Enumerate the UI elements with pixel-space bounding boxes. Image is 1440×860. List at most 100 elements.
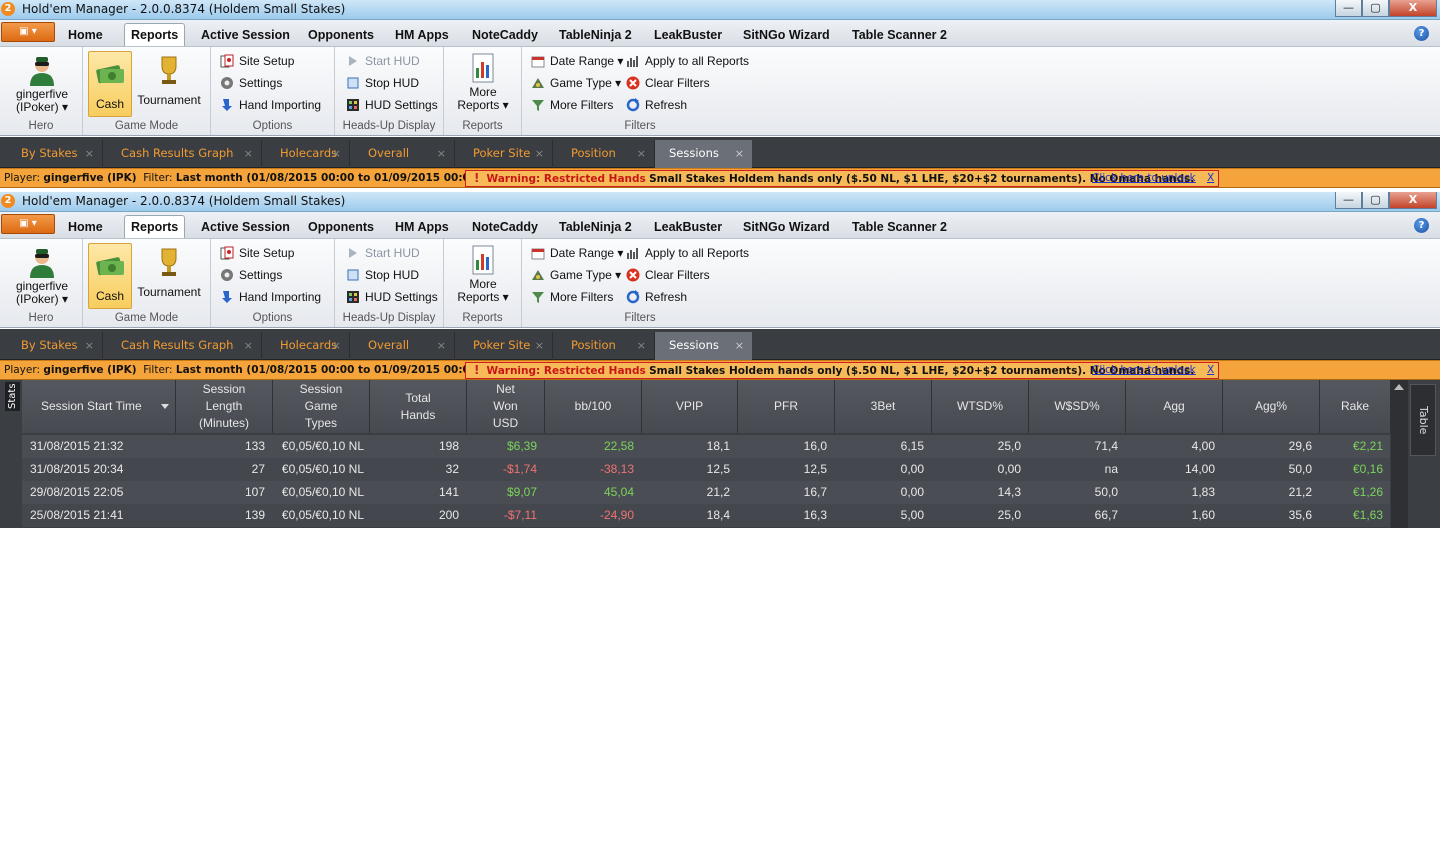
report-tab-poker-site[interactable]: Poker Site × — [455, 332, 553, 360]
more-filters-button[interactable]: More Filters — [531, 95, 613, 115]
column-header[interactable]: 3Bet — [835, 380, 932, 433]
column-header[interactable]: Rake — [1320, 380, 1391, 433]
unlock-link[interactable]: Click here to unlock — [1092, 363, 1196, 378]
refresh-button[interactable]: Refresh — [626, 95, 687, 115]
unlock-link[interactable]: Click here to unlock — [1092, 171, 1196, 186]
menu-tab-opponents[interactable]: Opponents — [302, 24, 380, 46]
cash-button[interactable]: Cash — [88, 243, 132, 309]
close-tab-icon[interactable]: × — [244, 140, 253, 167]
close-button[interactable]: X — [1389, 0, 1437, 17]
stats-side-tab[interactable]: Stats — [5, 382, 20, 411]
column-header[interactable]: Agg% — [1223, 380, 1320, 433]
vertical-scrollbar[interactable] — [1391, 380, 1408, 528]
column-header[interactable]: Net Won USD — [467, 380, 545, 433]
table-row[interactable]: 31/08/2015 20:34 27 €0,05/€0,10 NL 32 -$1,74… — [22, 458, 1390, 481]
more-reports-button[interactable]: More Reports ▾ — [452, 243, 514, 307]
column-header[interactable]: Agg — [1126, 380, 1223, 433]
start-hud-button[interactable]: Start HUD — [346, 243, 420, 263]
tournament-button[interactable]: Tournament — [134, 243, 204, 307]
close-tab-icon[interactable]: × — [437, 140, 446, 167]
start-hud-button[interactable]: Start HUD — [346, 51, 420, 71]
hand-importing-button[interactable]: Hand Importing — [220, 95, 321, 115]
report-tab-holecards[interactable]: Holecards × — [262, 140, 350, 168]
report-tab-by-stakes[interactable]: By Stakes × — [0, 332, 103, 360]
apply-all-reports-button[interactable]: Apply to all Reports — [626, 243, 749, 263]
maximize-button[interactable]: ▢ — [1362, 0, 1389, 17]
close-button[interactable]: X — [1389, 192, 1437, 209]
menu-tab-sitngo-wizard[interactable]: SitNGo Wizard — [737, 216, 836, 238]
settings-button[interactable]: Settings — [220, 265, 282, 285]
clear-filters-button[interactable]: Clear Filters — [626, 265, 710, 285]
more-reports-button[interactable]: More Reports ▾ — [452, 51, 514, 115]
column-header[interactable]: W$SD% — [1029, 380, 1126, 433]
table-row[interactable]: 31/08/2015 21:32 133 €0,05/€0,10 NL 198 $6,3… — [22, 435, 1390, 458]
menu-tab-reports[interactable]: Reports — [124, 23, 186, 47]
menu-tab-tableninja-2[interactable]: TableNinja 2 — [553, 216, 638, 238]
column-header[interactable]: Total Hands — [370, 380, 467, 433]
site-setup-button[interactable]: Site Setup — [220, 243, 294, 263]
menu-tab-home[interactable]: Home — [62, 216, 109, 238]
help-icon[interactable]: ? — [1414, 26, 1429, 41]
app-menu-button[interactable]: ▣ ▾ — [1, 214, 55, 234]
menu-tab-hm-apps[interactable]: HM Apps — [389, 24, 455, 46]
close-tab-icon[interactable]: × — [244, 332, 253, 359]
menu-tab-home[interactable]: Home — [62, 24, 109, 46]
column-header[interactable]: Session Game Types — [273, 380, 370, 433]
site-setup-button[interactable]: Site Setup — [220, 51, 294, 71]
minimize-button[interactable]: — — [1335, 0, 1362, 17]
menu-tab-table-scanner-2[interactable]: Table Scanner 2 — [846, 24, 953, 46]
menu-tab-opponents[interactable]: Opponents — [302, 216, 380, 238]
menu-tab-leakbuster[interactable]: LeakBuster — [648, 24, 728, 46]
report-tab-sessions[interactable]: Sessions × — [655, 332, 752, 360]
column-header[interactable]: PFR — [738, 380, 835, 433]
menu-tab-active-session[interactable]: Active Session — [195, 216, 296, 238]
column-header[interactable]: VPIP — [642, 380, 738, 433]
date-range-button[interactable]: Date Range ▾ — [531, 51, 623, 71]
menu-tab-sitngo-wizard[interactable]: SitNGo Wizard — [737, 24, 836, 46]
hero-button[interactable]: gingerfive (IPoker) ▾ — [8, 51, 76, 115]
table-row[interactable]: 29/08/2015 22:05 107 €0,05/€0,10 NL 141 $9,0… — [22, 481, 1390, 504]
menu-tab-tableninja-2[interactable]: TableNinja 2 — [553, 24, 638, 46]
close-tab-icon[interactable]: × — [85, 140, 94, 167]
stop-hud-button[interactable]: Stop HUD — [346, 265, 419, 285]
hand-importing-button[interactable]: Hand Importing — [220, 287, 321, 307]
help-icon[interactable]: ? — [1414, 218, 1429, 233]
report-tab-cash-results-graph[interactable]: Cash Results Graph × — [103, 140, 262, 168]
report-tab-holecards[interactable]: Holecards × — [262, 332, 350, 360]
hud-settings-button[interactable]: HUD Settings — [346, 95, 438, 115]
report-tab-sessions[interactable]: Sessions × — [655, 140, 752, 168]
menu-tab-notecaddy[interactable]: NoteCaddy — [466, 24, 544, 46]
close-tab-icon[interactable]: × — [85, 332, 94, 359]
tournament-button[interactable]: Tournament — [134, 51, 204, 115]
column-header[interactable]: Session Start Time — [22, 380, 176, 433]
hero-button[interactable]: gingerfive (IPoker) ▾ — [8, 243, 76, 307]
report-tab-poker-site[interactable]: Poker Site × — [455, 140, 553, 168]
date-range-button[interactable]: Date Range ▾ — [531, 243, 623, 263]
report-tab-by-stakes[interactable]: By Stakes × — [0, 140, 103, 168]
sort-desc-icon[interactable] — [161, 404, 169, 409]
dismiss-warning-button[interactable]: X — [1207, 171, 1214, 186]
cash-button[interactable]: Cash — [88, 51, 132, 117]
report-tab-overall[interactable]: Overall × — [350, 140, 455, 168]
close-tab-icon[interactable]: × — [437, 332, 446, 359]
close-tab-icon[interactable]: × — [535, 140, 544, 167]
more-filters-button[interactable]: More Filters — [531, 287, 613, 307]
scroll-up-icon[interactable] — [1394, 384, 1404, 390]
menu-tab-hm-apps[interactable]: HM Apps — [389, 216, 455, 238]
refresh-button[interactable]: Refresh — [626, 287, 687, 307]
menu-tab-notecaddy[interactable]: NoteCaddy — [466, 216, 544, 238]
menu-tab-reports[interactable]: Reports — [124, 215, 186, 239]
close-tab-icon[interactable]: × — [735, 140, 744, 167]
report-tab-cash-results-graph[interactable]: Cash Results Graph × — [103, 332, 262, 360]
app-menu-button[interactable]: ▣ ▾ — [1, 22, 55, 42]
close-tab-icon[interactable]: × — [637, 140, 646, 167]
clear-filters-button[interactable]: Clear Filters — [626, 73, 710, 93]
column-header[interactable]: Session Length (Minutes) — [176, 380, 273, 433]
settings-button[interactable]: Settings — [220, 73, 282, 93]
minimize-button[interactable]: — — [1335, 192, 1362, 209]
close-tab-icon[interactable]: × — [332, 140, 341, 167]
menu-tab-leakbuster[interactable]: LeakBuster — [648, 216, 728, 238]
menu-tab-active-session[interactable]: Active Session — [195, 24, 296, 46]
dismiss-warning-button[interactable]: X — [1207, 363, 1214, 378]
close-tab-icon[interactable]: × — [332, 332, 341, 359]
